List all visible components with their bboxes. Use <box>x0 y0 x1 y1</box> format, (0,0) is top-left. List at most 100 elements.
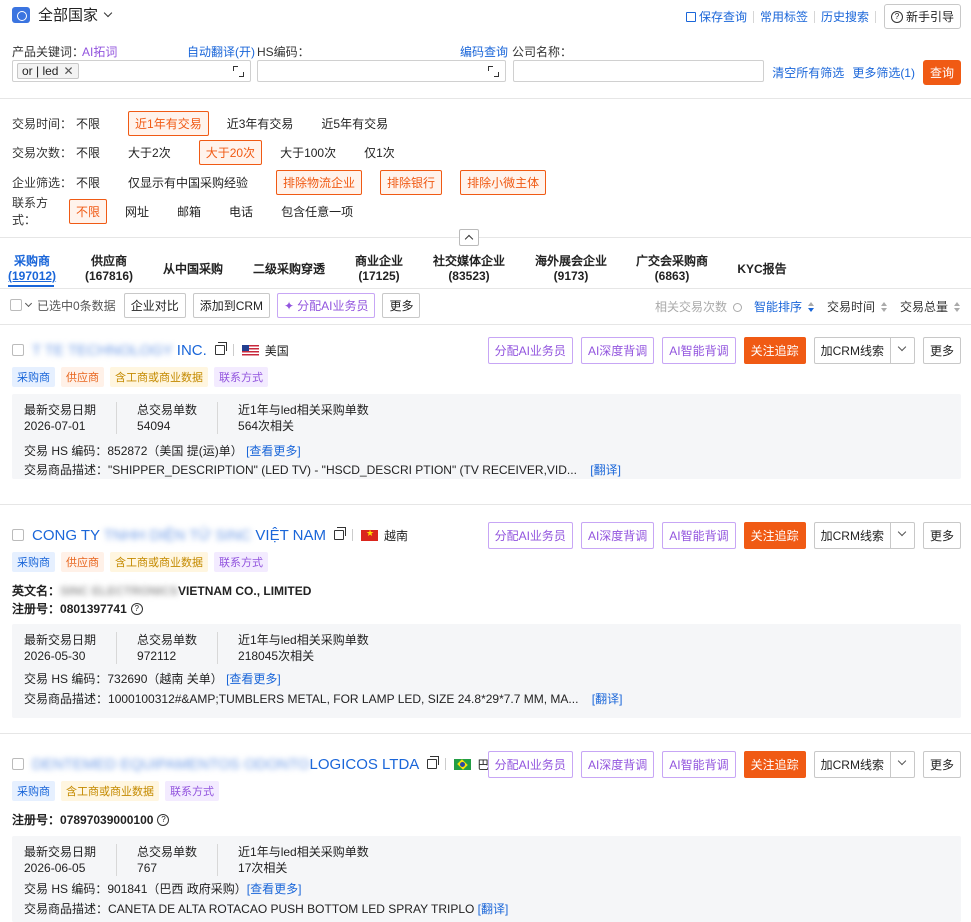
ai-smart-check-button[interactable]: AI智能背调 <box>662 751 736 778</box>
assign-ai-button[interactable]: 分配AI业务员 <box>487 337 573 364</box>
common-tags-link[interactable]: 常用标签 <box>754 10 815 23</box>
translate-link[interactable]: [翻译] <box>478 902 509 916</box>
close-icon[interactable]: ✕ <box>63 64 73 78</box>
copy-icon[interactable] <box>427 756 440 769</box>
filter-option[interactable]: 网址 <box>125 203 149 220</box>
more-button[interactable]: 更多 <box>922 337 961 364</box>
tab-social-media[interactable]: 社交媒体企业 (83523) <box>430 254 508 284</box>
history-search-link[interactable]: 历史搜索 <box>815 10 876 23</box>
filter-option[interactable]: 大于100次 <box>280 144 336 161</box>
see-more-link[interactable]: [查看更多] <box>226 672 281 686</box>
question-icon[interactable]: ? <box>130 602 143 615</box>
filter-option[interactable]: 电话 <box>229 203 253 220</box>
globe-icon <box>12 6 30 23</box>
row-checkbox[interactable] <box>12 529 24 541</box>
tab-canton-fair[interactable]: 广交会采购商 (6863) <box>633 254 711 284</box>
assign-ai-button[interactable]: 分配AI业务员 <box>487 522 573 549</box>
collapse-filters-button[interactable] <box>459 229 479 246</box>
filter-option[interactable]: 近3年有交易 <box>227 115 294 132</box>
assign-ai-button[interactable]: ✦ 分配AI业务员 <box>277 292 376 318</box>
country-selector[interactable]: 全部国家 <box>12 4 113 25</box>
filter-option[interactable]: 邮箱 <box>177 203 201 220</box>
filter-option[interactable]: 仅1次 <box>364 144 395 161</box>
select-all-checkbox[interactable] <box>10 299 22 311</box>
question-icon[interactable]: ? <box>157 813 170 826</box>
hs-lookup-link[interactable]: 编码查询 <box>460 43 508 60</box>
filter-option[interactable]: 仅显示有中国采购经验 <box>128 174 248 191</box>
chevron-down-icon[interactable] <box>24 299 33 308</box>
see-more-link[interactable]: [查看更多] <box>247 882 302 896</box>
clear-all-filters-link[interactable]: 清空所有筛选 <box>772 64 844 81</box>
chevron-down-icon[interactable] <box>890 751 915 778</box>
search-actions: 清空所有筛选 更多筛选(1) 查询 <box>772 60 961 85</box>
sort-related-count[interactable]: 相关交易次数 <box>649 298 742 315</box>
add-crm-lead-button[interactable]: 加CRM线索 <box>813 337 891 364</box>
chevron-down-icon[interactable] <box>890 337 915 364</box>
more-filters-link[interactable]: 更多筛选(1) <box>852 64 915 81</box>
copy-icon[interactable] <box>214 342 227 355</box>
save-query-link[interactable]: 保存查询 <box>680 10 754 23</box>
filter-option[interactable]: 不限 <box>76 115 100 132</box>
company-name-link[interactable]: CONG TY TNHH DIỆN TỬ SINC VIỆT NAM <box>32 527 326 544</box>
assign-ai-button[interactable]: 分配AI业务员 <box>487 751 573 778</box>
tab-secondary-procurement[interactable]: 二级采购穿透 <box>250 262 328 277</box>
sparkle-icon: ✦ <box>284 298 295 313</box>
query-button[interactable]: 查询 <box>922 60 961 85</box>
expand-icon[interactable] <box>233 66 244 77</box>
more-button[interactable]: 更多 <box>922 751 961 778</box>
company-name-input[interactable] <box>513 60 764 82</box>
tab-kyc-report[interactable]: KYC报告 <box>735 262 789 277</box>
follow-button[interactable]: 关注追踪 <box>743 337 806 364</box>
more-button[interactable]: 更多 <box>382 292 421 318</box>
compare-button[interactable]: 企业对比 <box>123 292 186 318</box>
follow-button[interactable]: 关注追踪 <box>743 751 806 778</box>
filter-option[interactable]: 不限 <box>76 144 100 161</box>
expand-icon[interactable] <box>488 66 499 77</box>
ai-smart-check-button[interactable]: AI智能背调 <box>662 337 736 364</box>
ai-words-link[interactable]: AI拓词 <box>82 43 117 60</box>
product-keyword-input[interactable]: or | led ✕ <box>12 60 251 82</box>
ai-smart-check-button[interactable]: AI智能背调 <box>662 522 736 549</box>
filter-option[interactable]: 包含任意一项 <box>281 203 353 220</box>
filter-option[interactable]: 大于2次 <box>128 144 171 161</box>
follow-button[interactable]: 关注追踪 <box>743 522 806 549</box>
row-checkbox[interactable] <box>12 758 24 770</box>
guide-button[interactable]: ? 新手引导 <box>883 4 961 29</box>
tab-overseas-exhibition[interactable]: 海外展会企业 (9173) <box>532 254 610 284</box>
filter-option-selected[interactable]: 排除银行 <box>380 169 443 195</box>
translate-link[interactable]: [翻译] <box>592 692 623 706</box>
copy-icon[interactable] <box>333 527 346 540</box>
filter-option-selected[interactable]: 不限 <box>69 198 108 224</box>
filter-option[interactable]: 近5年有交易 <box>321 115 388 132</box>
filter-option-selected[interactable]: 近1年有交易 <box>128 110 209 136</box>
filter-option[interactable]: 不限 <box>76 174 100 191</box>
auto-translate-toggle[interactable]: 自动翻译(开) <box>187 43 255 60</box>
translate-link[interactable]: [翻译] <box>590 463 621 477</box>
more-button[interactable]: 更多 <box>922 522 961 549</box>
filter-option-selected[interactable]: 排除物流企业 <box>276 169 363 195</box>
sort-trade-time[interactable]: 交易时间 <box>821 298 888 315</box>
top-bar: 全部国家 保存查询 常用标签 历史搜索 ? 新手引导 <box>0 0 971 30</box>
ai-deep-check-button[interactable]: AI深度背调 <box>580 337 655 364</box>
ai-deep-check-button[interactable]: AI深度背调 <box>580 751 655 778</box>
trade-summary-panel: 最新交易日期 2026-06-05 总交易单数 767 近1年与led相关采购单数 1… <box>12 836 961 922</box>
tab-suppliers[interactable]: 供应商 (167816) <box>84 254 134 284</box>
hs-code-input[interactable] <box>257 60 506 82</box>
tab-commercial[interactable]: 商业企业 (17125) <box>352 254 406 284</box>
tab-buyers[interactable]: 采购商 (197012) <box>8 254 56 284</box>
filter-option-selected[interactable]: 排除小微主体 <box>460 169 547 195</box>
add-crm-lead-button[interactable]: 加CRM线索 <box>813 522 891 549</box>
sort-smart[interactable]: 智能排序 <box>748 298 815 315</box>
chevron-down-icon[interactable] <box>890 522 915 549</box>
tab-from-china[interactable]: 从中国采购 <box>160 262 226 277</box>
add-to-crm-button[interactable]: 添加到CRM <box>192 292 271 318</box>
sort-trade-total[interactable]: 交易总量 <box>894 298 961 315</box>
badge: 含工商或商业数据 <box>110 367 208 387</box>
add-crm-lead-button[interactable]: 加CRM线索 <box>813 751 891 778</box>
company-name-link[interactable]: T TE TECHNOLOGY INC. <box>32 342 207 359</box>
company-name-link[interactable]: DENTEMED EQUIPAMENTOS ODONTOLOGICOS LTDA <box>32 756 419 773</box>
row-checkbox[interactable] <box>12 344 24 356</box>
see-more-link[interactable]: [查看更多] <box>246 444 301 458</box>
filter-option-selected[interactable]: 大于20次 <box>198 139 263 165</box>
ai-deep-check-button[interactable]: AI深度背调 <box>580 522 655 549</box>
